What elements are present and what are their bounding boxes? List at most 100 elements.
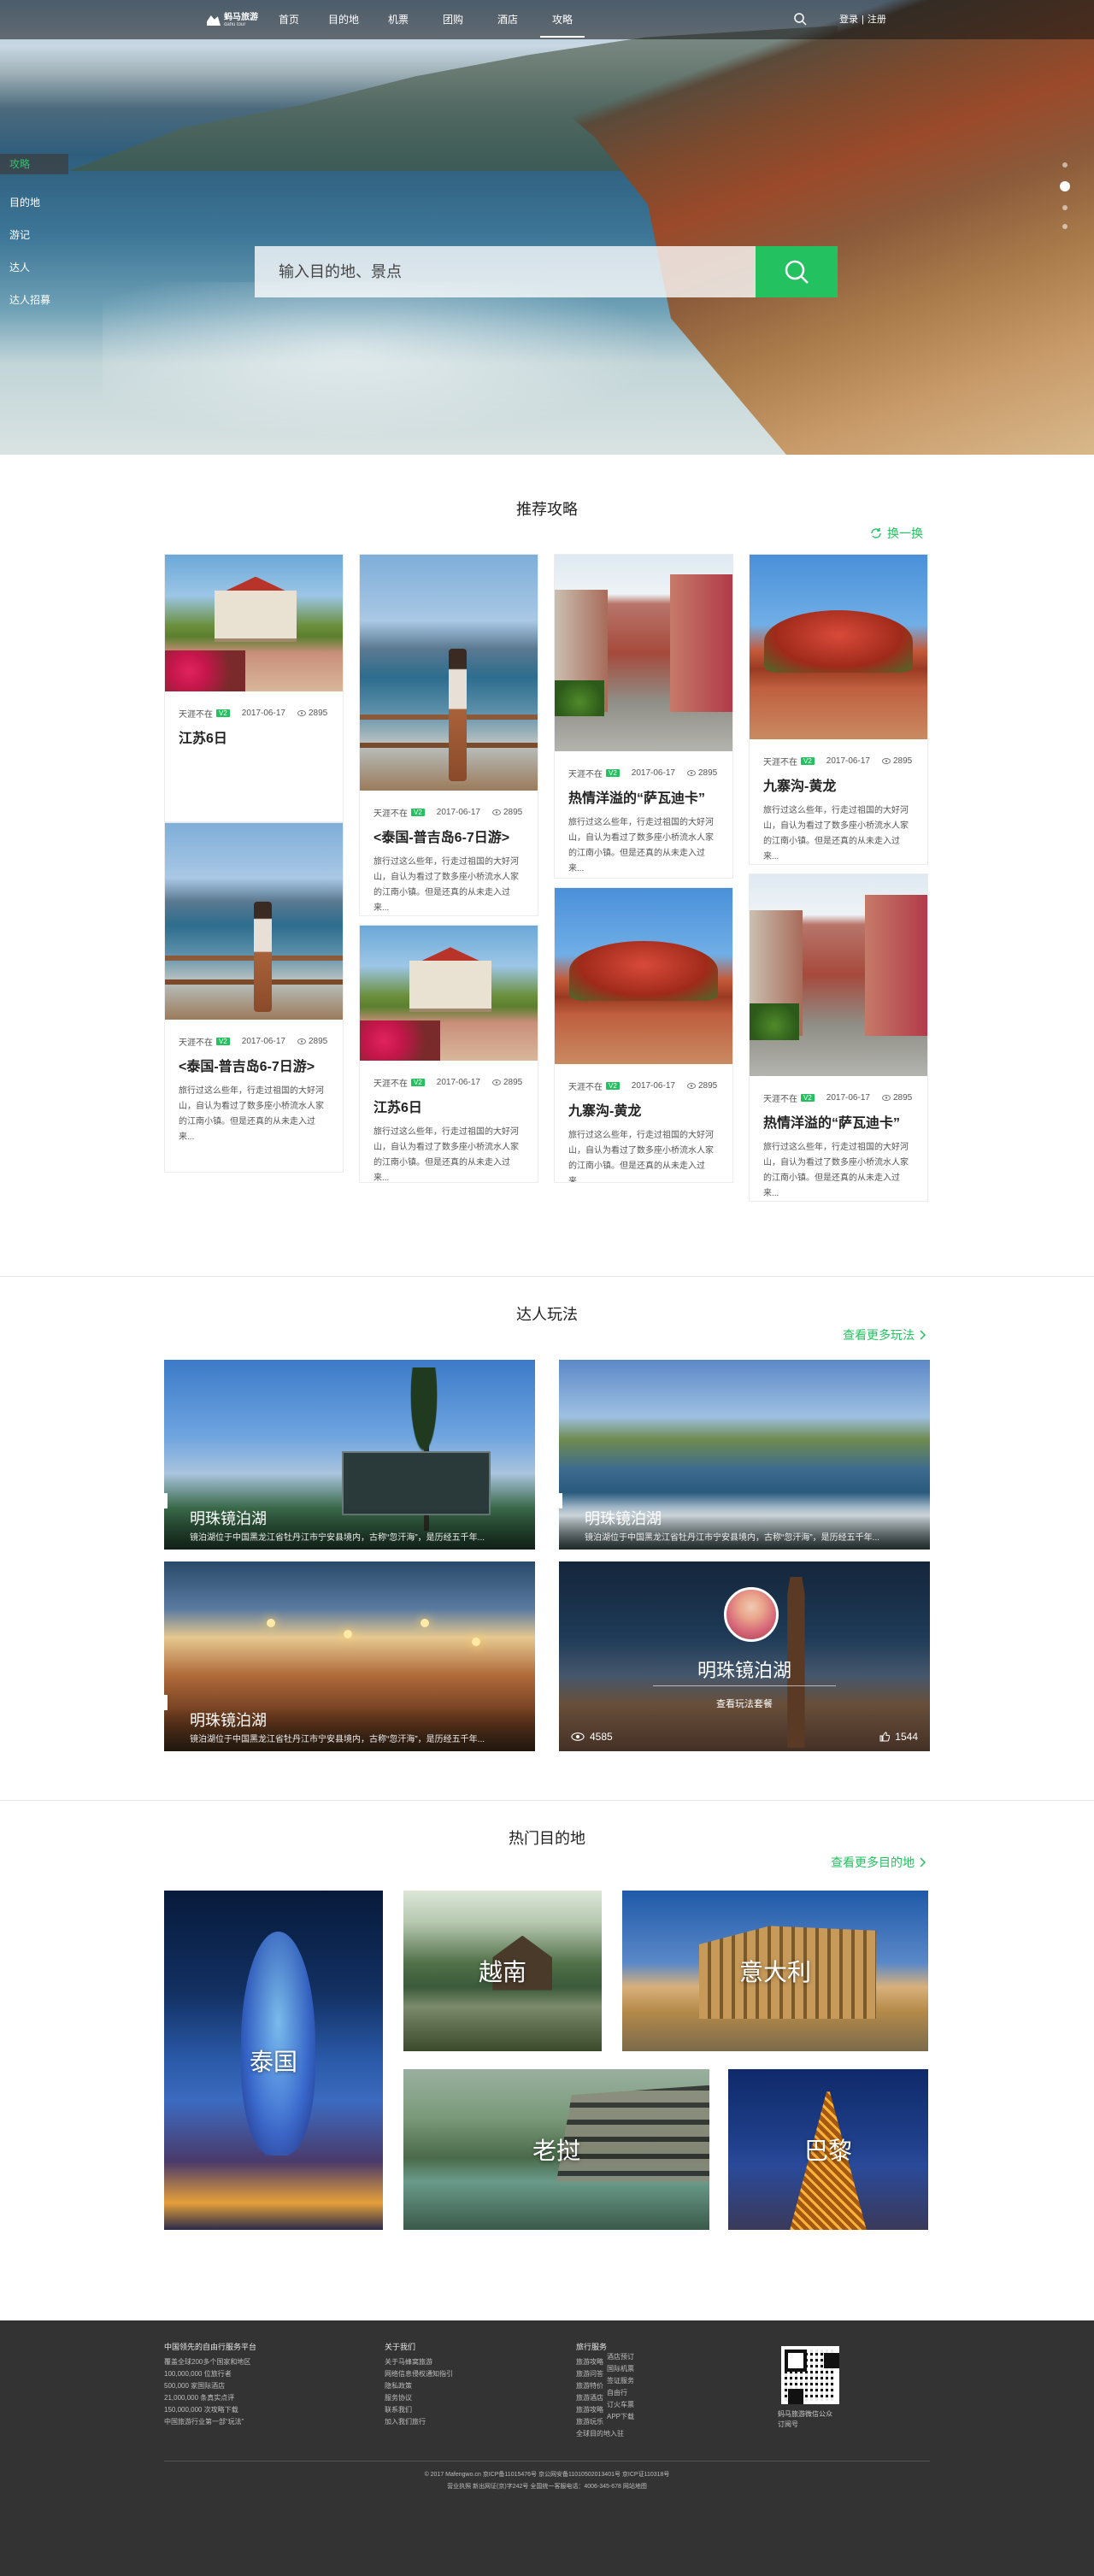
footer-link[interactable]: 联系我们 [385,2404,453,2416]
site-logo[interactable]: 蚂马旅游 dahu tour [207,12,258,29]
footer-link[interactable]: 国际机票 [607,2363,634,2375]
more-destinations-link[interactable]: 查看更多目的地 [831,1854,926,1871]
eye-icon [297,1038,306,1044]
vip-badge: V2 [606,1082,620,1090]
nav-home[interactable]: 首页 [262,0,316,39]
expert-avatar[interactable] [724,1587,779,1642]
card-title[interactable]: <泰国-普吉岛6-7日游> [360,826,538,846]
footer-link[interactable]: APP下载 [607,2411,634,2423]
card-author[interactable]: 天涯不在 [373,806,408,819]
vip-badge: V2 [801,757,815,765]
more-destinations-label: 查看更多目的地 [831,1856,915,1869]
footer-link[interactable]: 服务协议 [385,2392,453,2404]
nav-group-buy[interactable]: 团购 [426,0,480,39]
search-button[interactable] [756,246,838,297]
footer-link[interactable]: 全球目的地入驻 [576,2428,624,2440]
card-title[interactable]: <泰国-普吉岛6-7日游> [165,1055,343,1075]
carousel-dot-active[interactable] [1060,181,1070,191]
carousel-dot[interactable] [1062,224,1068,229]
nav-destination[interactable]: 目的地 [316,0,371,39]
card-desc: 旅行过这么些年，行走过祖国的大好河山，自认为看过了数多座小桥流水人家的江南小镇。… [373,857,519,913]
destination-name: 意大利 [738,1959,811,1985]
play-card-hover[interactable]: 明珠镜泊湖 查看玩法套餐 4585 1544 [559,1561,930,1751]
side-nav-destination[interactable]: 目的地 [0,186,68,219]
auth-links: 登录 | 注册 [839,0,886,39]
footer-link[interactable]: 网络信息侵权通知指引 [385,2368,453,2380]
play-desc: 镜泊湖位于中国黑龙江省牡丹江市宁安县境内，古称“忽汗海”，是历经五千年... [190,1735,485,1744]
play-card[interactable]: 明珠镜泊湖 镜泊湖位于中国黑龙江省牡丹江市宁安县境内，古称“忽汗海”，是历经五千… [559,1360,930,1550]
card-title[interactable]: 热情洋溢的“萨瓦迪卡” [555,786,732,807]
card-title[interactable]: 九寨沟-黄龙 [750,774,927,795]
card-date: 2017-06-17 [826,1093,870,1103]
nav-hotel[interactable]: 酒店 [480,0,535,39]
card-title[interactable]: 江苏6日 [165,726,343,747]
search-icon[interactable] [793,12,807,26]
card-author[interactable]: 天涯不在 [763,1091,797,1104]
play-likes[interactable]: 1544 [879,1731,918,1743]
guide-card[interactable]: 天涯不在 V2 2017-06-17 2895 九寨沟-黄龙 旅行过这么些年，行… [749,554,928,865]
guide-card[interactable]: 天涯不在 V2 2017-06-17 2895 热情洋溢的“萨瓦迪卡” 旅行过这… [749,873,928,1202]
view-package-link[interactable]: 查看玩法套餐 [559,1697,930,1710]
guide-card[interactable]: 天涯不在 V2 2017-06-17 2895 九寨沟-黄龙 旅行过这么些年，行… [554,887,733,1183]
guide-card[interactable]: 天涯不在 V2 2017-06-17 2895 江苏6日 旅行过这么些年，行走过… [359,925,538,1183]
destination-italy[interactable]: 意大利 [622,1891,928,2051]
card-author[interactable]: 天涯不在 [373,1076,408,1089]
destination-name: 巴黎 [803,2138,852,2164]
hero-surf [103,282,718,453]
play-card[interactable]: 明珠镜泊湖 镜泊湖位于中国黑龙江省牡丹江市宁安县境内，古称“忽汗海”，是历经五千… [164,1360,535,1550]
play-desc: 镜泊湖位于中国黑龙江省牡丹江市宁安县境内，古称“忽汗海”，是历经五千年... [190,1533,485,1543]
card-author[interactable]: 天涯不在 [568,1079,603,1092]
guide-card[interactable]: 天涯不在 V2 2017-06-17 2895 江苏6日 [164,554,344,822]
guide-card[interactable]: 天涯不在 V2 2017-06-17 2895 <泰国-普吉岛6-7日游> 旅行… [164,822,344,1173]
destination-laos[interactable]: 老挝 [403,2069,709,2230]
refresh-icon [871,528,881,538]
side-nav-experts[interactable]: 达人 [0,251,68,284]
card-title[interactable]: 九寨沟-黄龙 [555,1099,732,1120]
guide-card[interactable]: 天涯不在 V2 2017-06-17 2895 <泰国-普吉岛6-7日游> 旅行… [359,554,538,916]
divider [653,1685,836,1686]
card-meta: 天涯不在 V2 2017-06-17 2895 [360,806,538,819]
carousel-dot[interactable] [1062,162,1068,168]
vip-badge: V2 [216,709,230,717]
footer-link[interactable]: 加入我们旅行 [385,2416,453,2428]
footer-link[interactable]: 酒店预订 [607,2351,634,2363]
card-title[interactable]: 热情洋溢的“萨瓦迪卡” [750,1111,927,1132]
carousel-dot[interactable] [1062,205,1068,210]
thumbs-up-icon [879,1732,891,1742]
logo-tagline: dahu tour [224,22,246,27]
nav-guides[interactable]: 攻略 [535,0,590,39]
footer-link[interactable]: 自由行 [607,2387,634,2399]
footer-link[interactable]: 关于马蜂窝旅游 [385,2356,453,2368]
destination-paris[interactable]: 巴黎 [728,2069,928,2230]
card-meta: 天涯不在 V2 2017-06-17 2895 [750,1091,927,1104]
footer-link[interactable]: 订火车票 [607,2399,634,2411]
eye-icon [491,809,501,815]
side-nav-travelogue[interactable]: 游记 [0,219,68,251]
more-plays-link[interactable]: 查看更多玩法 [843,1326,926,1344]
play-card[interactable]: 明珠镜泊湖 镜泊湖位于中国黑龙江省牡丹江市宁安县境内，古称“忽汗海”，是历经五千… [164,1561,535,1751]
card-title[interactable]: 江苏6日 [360,1096,538,1116]
side-nav-guides[interactable]: 攻略 [0,154,68,174]
footer-link[interactable]: 签证服务 [607,2375,634,2387]
eye-icon [491,1079,501,1085]
destination-search-input[interactable] [255,246,756,297]
card-author[interactable]: 天涯不在 [179,707,213,720]
destination-vietnam[interactable]: 越南 [403,1891,602,2051]
footer-link[interactable]: 隐私政策 [385,2380,453,2392]
card-views: 2895 [297,1037,327,1046]
eye-icon [686,1083,696,1089]
card-author[interactable]: 天涯不在 [763,755,797,768]
login-link[interactable]: 登录 [839,0,858,39]
card-image [360,555,538,791]
play-title: 明珠镜泊湖 [190,1712,267,1729]
card-author[interactable]: 天涯不在 [568,767,603,779]
nav-flights[interactable]: 机票 [371,0,426,39]
card-meta: 天涯不在 V2 2017-06-17 2895 [165,707,343,720]
refresh-button[interactable]: 换一换 [870,525,923,542]
card-author[interactable]: 天涯不在 [179,1035,213,1048]
destination-thailand[interactable]: 泰国 [164,1891,383,2230]
side-nav-recruit[interactable]: 达人招募 [0,284,68,316]
register-link[interactable]: 注册 [868,0,886,39]
guide-card[interactable]: 天涯不在 V2 2017-06-17 2895 热情洋溢的“萨瓦迪卡” 旅行过这… [554,554,733,879]
carousel-dots [1060,162,1070,229]
